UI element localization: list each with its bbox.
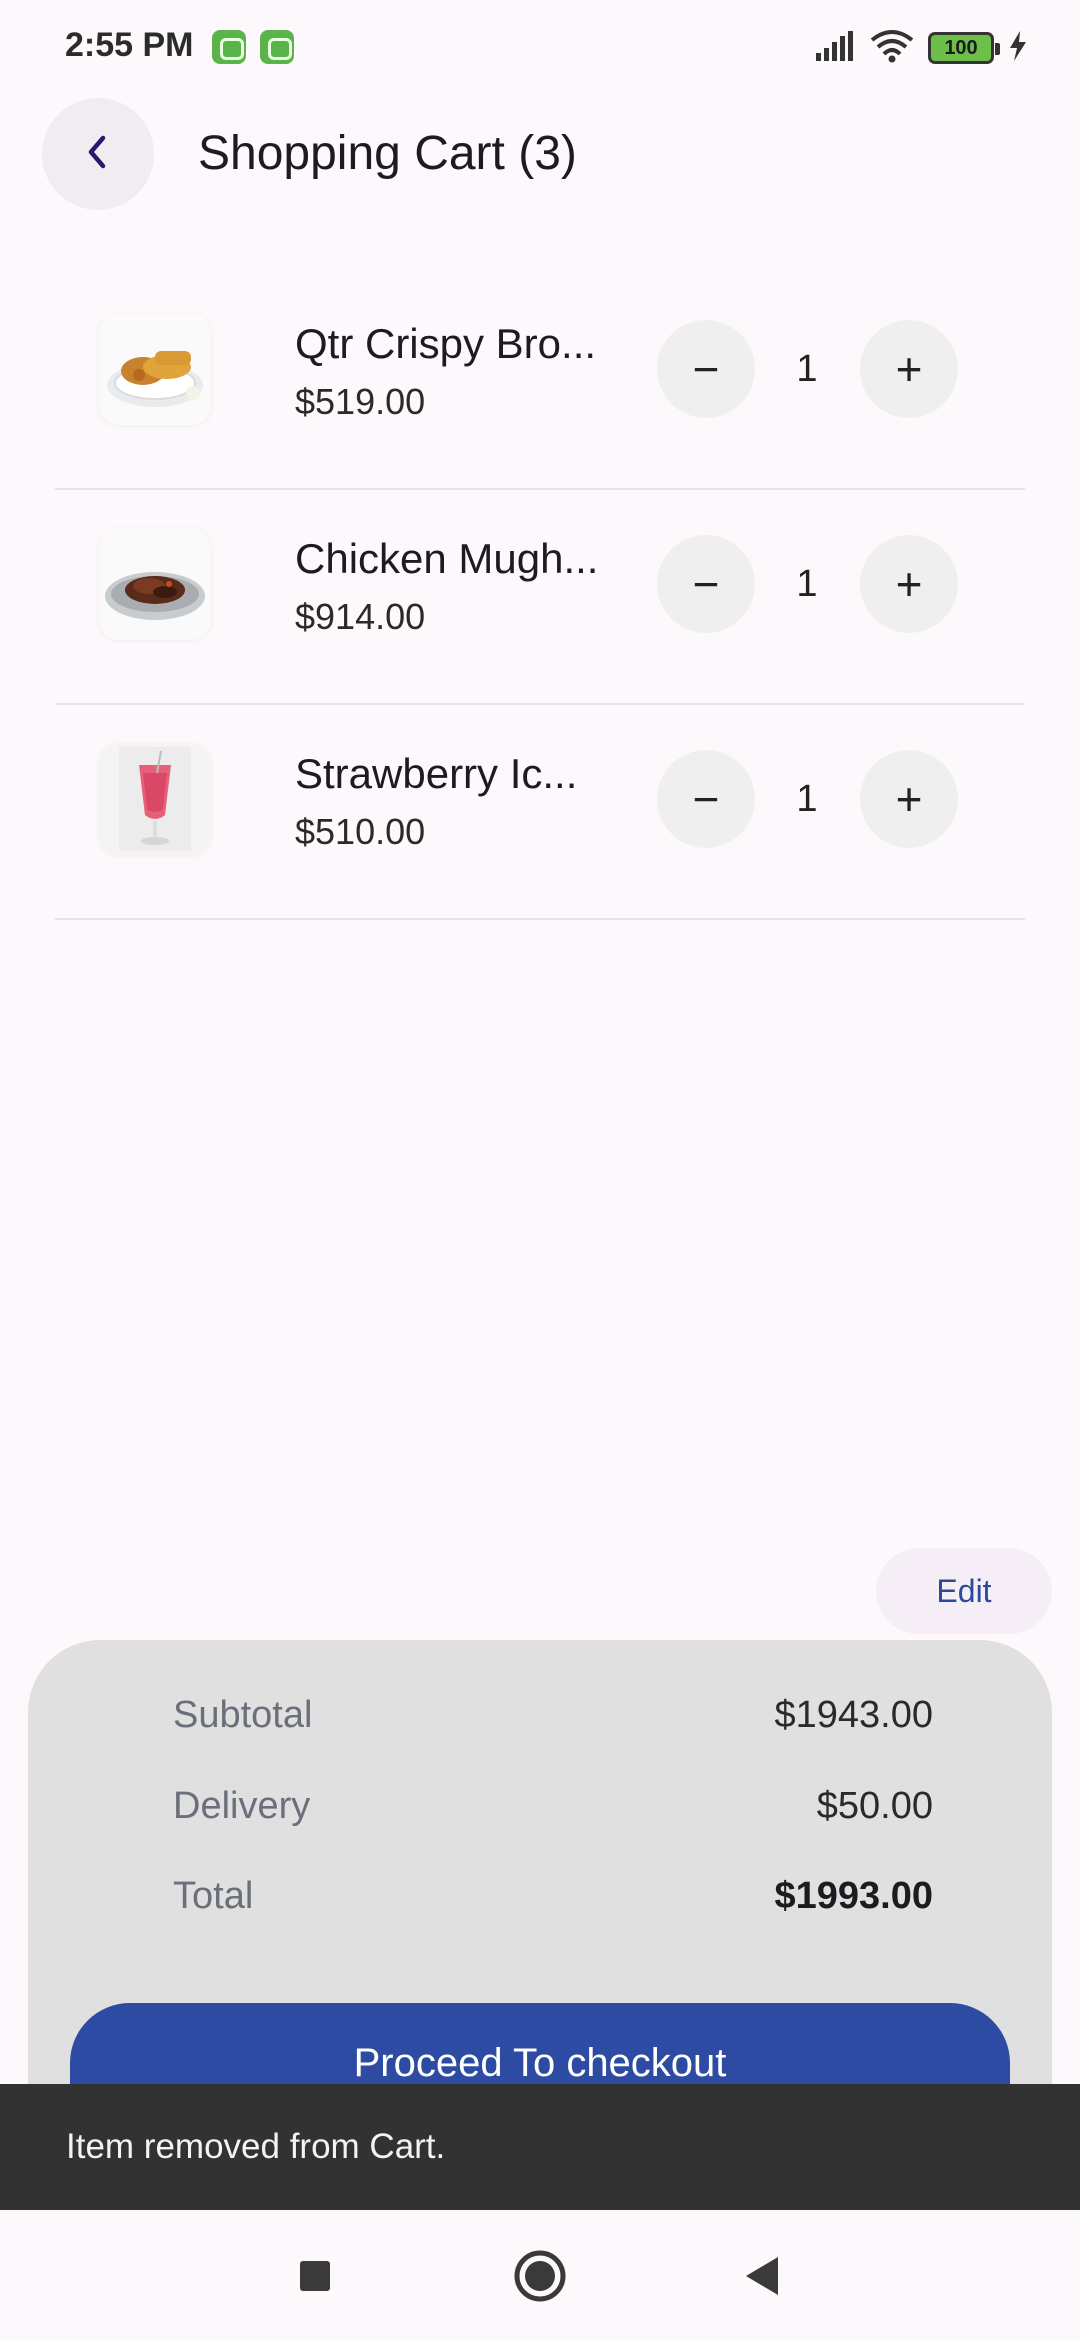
subtotal-row: Subtotal $1943.00	[173, 1685, 933, 1745]
quantity-value: 1	[796, 348, 818, 390]
delivery-label: Delivery	[173, 1784, 311, 1827]
edit-button[interactable]: Edit	[876, 1548, 1052, 1634]
charging-icon	[1008, 30, 1028, 66]
back-triangle-icon[interactable]	[732, 2246, 792, 2306]
system-nav-bar	[0, 2210, 1080, 2340]
quantity-value: 1	[796, 563, 818, 605]
back-button[interactable]	[42, 98, 154, 210]
item-price: $519.00	[295, 381, 426, 422]
wifi-icon	[870, 29, 914, 68]
decrease-quantity-button[interactable]: −	[657, 320, 755, 418]
increase-quantity-button[interactable]: +	[860, 750, 958, 848]
increase-quantity-button[interactable]: +	[860, 320, 958, 418]
total-row: Total $1993.00	[173, 1866, 933, 1926]
item-name: Chicken Mugh...	[295, 535, 599, 582]
cart-list: Qtr Crispy Bro... $519.00 − 1 + Chicken …	[55, 275, 1025, 920]
snackbar: Item removed from Cart.	[0, 2084, 1080, 2210]
cart-item: Chicken Mugh... $914.00 − 1 +	[55, 490, 1025, 705]
home-circle-icon[interactable]	[510, 2246, 570, 2306]
subtotal-label: Subtotal	[173, 1693, 313, 1736]
status-icons: 100	[814, 29, 1028, 68]
total-value: $1993.00	[774, 1874, 934, 1917]
fried-chicken-plate-image	[99, 313, 211, 425]
subtotal-value: $1943.00	[774, 1693, 934, 1736]
strawberry-ice-drink-image	[99, 743, 211, 855]
shopping-cart-screen: 2:55 PM 100 Shopping Cart (3) Qtr Crispy…	[0, 0, 1080, 2340]
delivery-value: $50.00	[816, 1784, 933, 1827]
status-bar: 2:55 PM 100	[0, 0, 1080, 96]
chicken-foil-platter-image	[99, 528, 211, 640]
quantity-value: 1	[796, 778, 818, 820]
status-time: 2:55 PM	[65, 26, 194, 64]
item-name: Qtr Crispy Bro...	[295, 320, 597, 367]
signal-icon	[814, 30, 856, 66]
item-name: Strawberry Ic...	[295, 750, 578, 797]
page-title: Shopping Cart (3)	[198, 127, 577, 180]
cart-item: Strawberry Ic... $510.00 − 1 +	[55, 705, 1025, 920]
total-label: Total	[173, 1874, 254, 1917]
snackbar-message: Item removed from Cart.	[66, 2127, 446, 2166]
decrease-quantity-button[interactable]: −	[657, 535, 755, 633]
cart-item: Qtr Crispy Bro... $519.00 − 1 +	[55, 275, 1025, 490]
notification-app-icon	[212, 30, 246, 64]
recents-square-icon[interactable]	[285, 2246, 345, 2306]
item-price: $510.00	[295, 811, 426, 852]
chevron-left-icon	[83, 133, 113, 176]
decrease-quantity-button[interactable]: −	[657, 750, 755, 848]
increase-quantity-button[interactable]: +	[860, 535, 958, 633]
notification-app-icon	[260, 30, 294, 64]
delivery-row: Delivery $50.00	[173, 1776, 933, 1836]
item-price: $914.00	[295, 596, 426, 637]
battery-icon: 100	[928, 32, 1000, 64]
